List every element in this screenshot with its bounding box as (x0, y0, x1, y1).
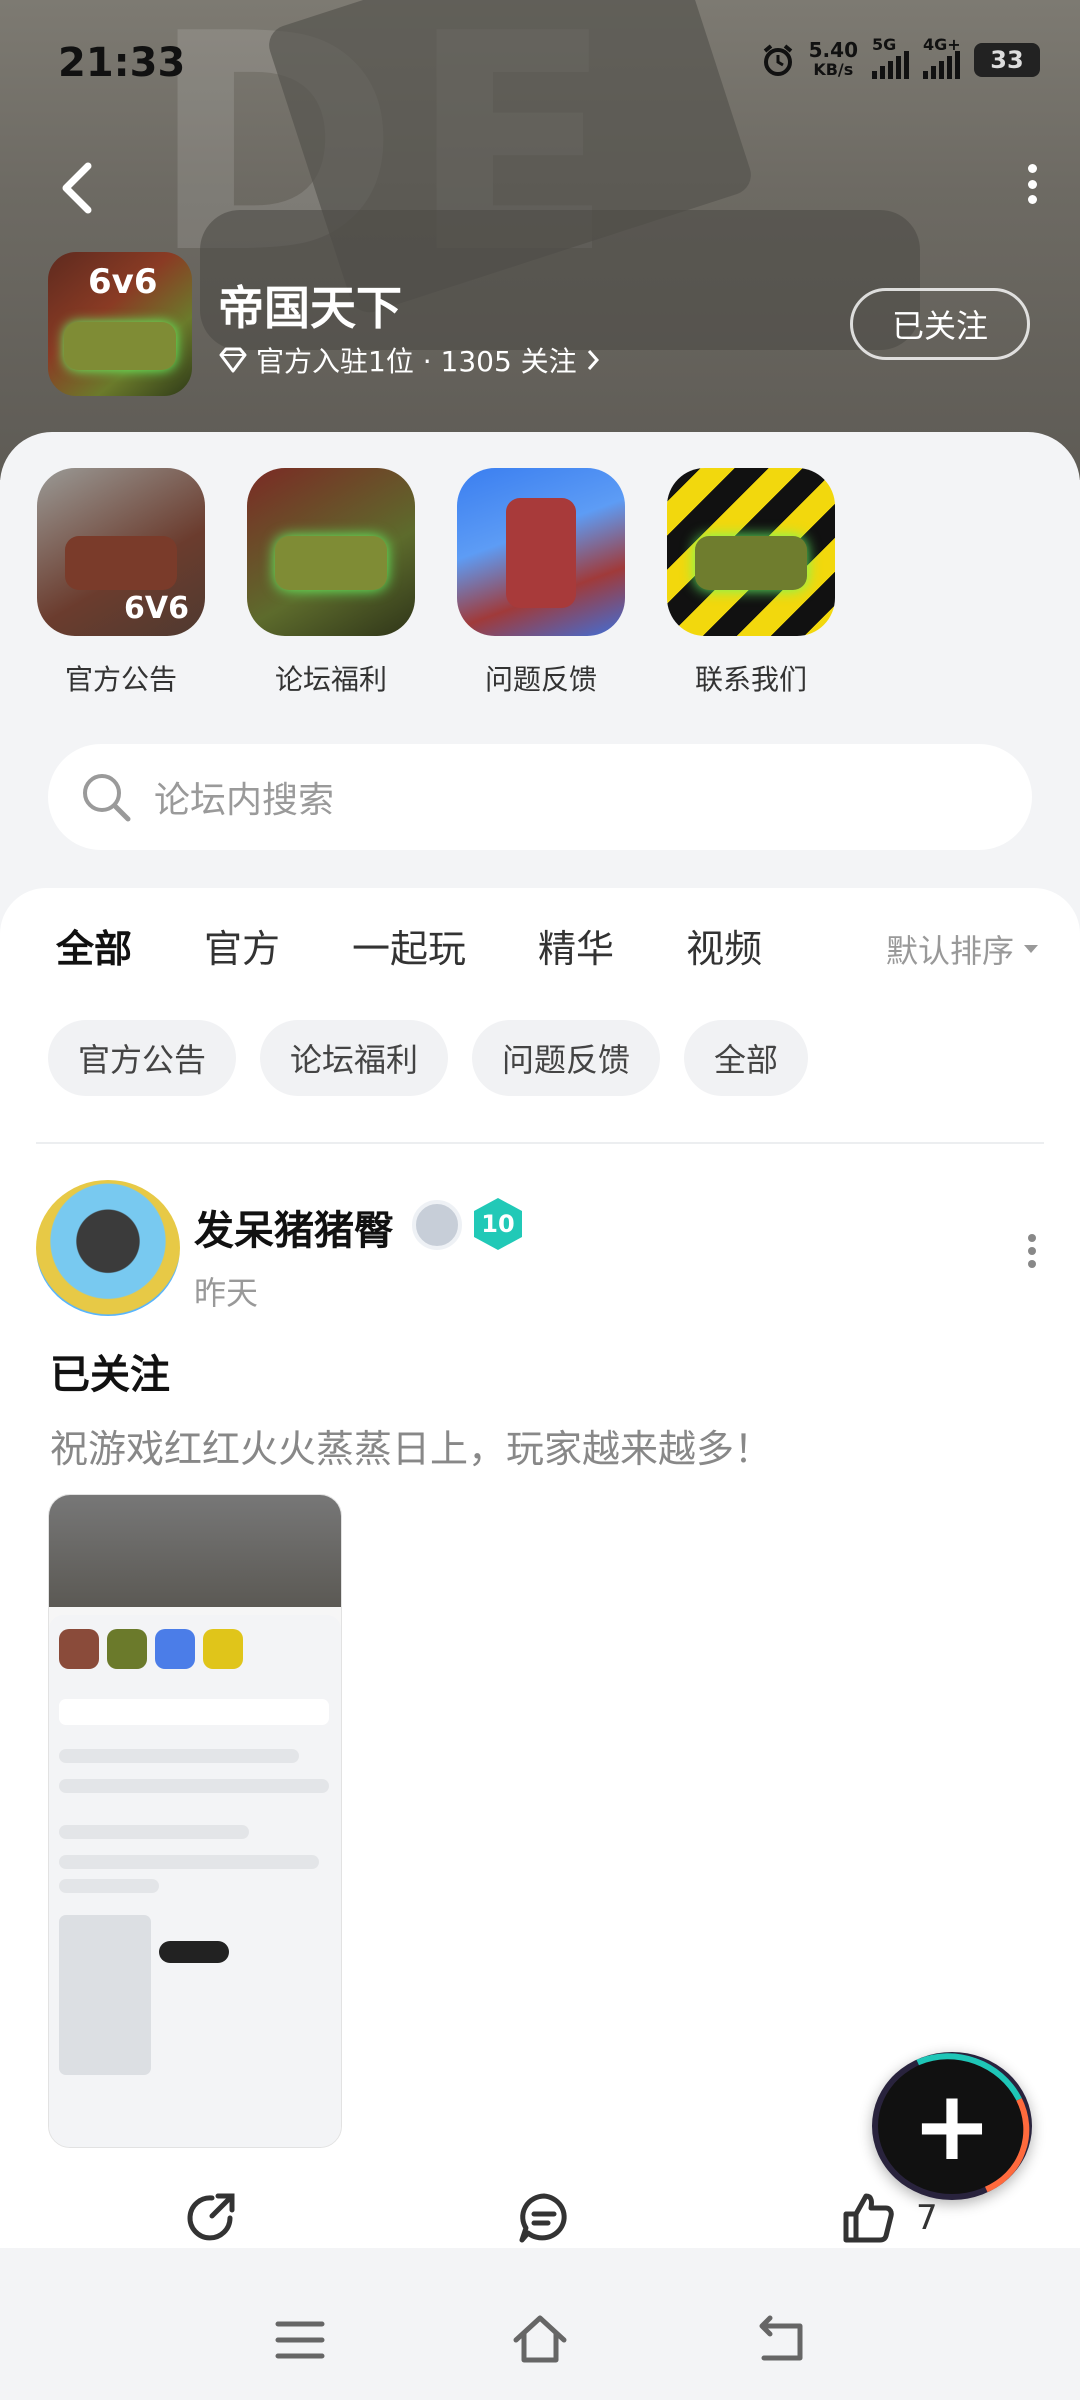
shortcut-welfare[interactable]: 论坛福利 (246, 468, 416, 698)
menu-icon (275, 2321, 325, 2359)
signal-5g: 5G (872, 35, 909, 79)
menu-button[interactable] (270, 2310, 330, 2370)
home-button[interactable] (510, 2310, 570, 2370)
shortcut-image (667, 468, 835, 636)
shortcut-label: 论坛福利 (274, 663, 387, 696)
tab-all[interactable]: 全部 (56, 918, 133, 973)
chevron-left-icon (62, 162, 92, 214)
post-time: 昨天 (194, 1274, 259, 1312)
shortcut-image-tag: 6V6 (124, 591, 189, 626)
signal-bars-icon (923, 51, 960, 79)
shortcut-image (247, 468, 415, 636)
tab-official[interactable]: 官方 (204, 918, 280, 973)
comment-icon (519, 2193, 567, 2243)
toast (159, 1941, 229, 1963)
back-nav-button[interactable] (750, 2310, 810, 2370)
post-more-button[interactable] (1024, 1234, 1040, 1268)
app-subtitle-text: 官方入驻1位 · 1305 关注 (256, 345, 577, 378)
like-count: 7 (916, 2198, 938, 2238)
chip-all[interactable]: 全部 (684, 1020, 809, 1096)
avatar[interactable] (36, 1180, 180, 1316)
net-type-2: 4G+ (923, 35, 961, 54)
back-icon (759, 2315, 803, 2361)
speed-value: 5.40 (808, 38, 858, 62)
tank-graphic (506, 498, 576, 608)
chip-welfare[interactable]: 论坛福利 (260, 1020, 449, 1096)
back-button[interactable] (54, 158, 104, 218)
network-speed: 5.40 KB/s (809, 40, 858, 80)
sort-dropdown[interactable]: 默认排序 (886, 926, 1040, 972)
create-post-button[interactable]: + (872, 2052, 1032, 2200)
shortcut-label: 问题反馈 (484, 663, 597, 696)
search-input[interactable]: 论坛内搜索 (48, 744, 1032, 850)
comment-button[interactable] (514, 2188, 574, 2248)
more-options-button[interactable] (1020, 164, 1044, 204)
shortcut-label: 官方公告 (64, 663, 177, 696)
tab-video[interactable]: 视频 (686, 918, 762, 973)
tab-bar: 全部 官方 一起玩 精华 视频 (56, 918, 762, 973)
app-icon: 6v6 (48, 252, 192, 396)
follow-button[interactable]: 已关注 (850, 288, 1030, 360)
chip-feedback[interactable]: 问题反馈 (472, 1020, 661, 1096)
filter-chips: 官方公告 论坛福利 问题反馈 全部 (48, 1020, 809, 1096)
chip-announcement[interactable]: 官方公告 (48, 1020, 237, 1096)
alarm-icon (763, 44, 792, 76)
app-title: 帝国天下 (218, 281, 402, 335)
search-icon (83, 774, 131, 822)
chevron-right-icon (587, 350, 599, 370)
speed-unit: KB/s (813, 60, 854, 79)
status-time: 21:33 (58, 40, 186, 86)
shortcut-announcement[interactable]: 6V6 官方公告 (36, 468, 206, 698)
shortcut-row: 6V6 官方公告 论坛福利 问题反馈 联系我们 (36, 468, 836, 698)
post-body[interactable]: 祝游戏红红火火蒸蒸日上，玩家越来越多！ (50, 1418, 772, 1473)
post-title[interactable]: 已关注 (50, 1342, 170, 1400)
post-action-bar: 7 (0, 2188, 1080, 2268)
divider (36, 1142, 1044, 1144)
sort-label: 默认排序 (885, 932, 1014, 970)
share-button[interactable] (182, 2188, 242, 2248)
shortcut-label: 联系我们 (694, 663, 807, 696)
post-author[interactable]: 发呆猪猪臀 (194, 1198, 394, 1256)
tank-graphic (695, 536, 807, 590)
app-subtitle[interactable]: 官方入驻1位 · 1305 关注 (218, 340, 601, 380)
tab-featured[interactable]: 精华 (538, 918, 614, 973)
signal-bars-icon (872, 51, 909, 79)
shortcut-image (457, 468, 625, 636)
net-type-1: 5G (872, 35, 897, 54)
tank-graphic (275, 536, 387, 590)
status-bar: 21:33 5.40 KB/s 5G 4G+ 33 (58, 35, 1040, 96)
thumbnail-header (49, 1495, 341, 1607)
tank-graphic (64, 322, 176, 370)
search-placeholder: 论坛内搜索 (154, 780, 335, 821)
shortcut-feedback[interactable]: 问题反馈 (456, 468, 626, 698)
battery-icon: 33 (974, 43, 1040, 77)
thumbs-up-icon (843, 2193, 894, 2243)
share-icon (187, 2193, 235, 2241)
system-navigation-bar (0, 2290, 1080, 2400)
signal-4g: 4G+ (923, 35, 961, 79)
post-screenshot-image[interactable] (48, 1494, 342, 2148)
shortcut-contact[interactable]: 联系我们 (666, 468, 836, 698)
caret-down-icon (1024, 945, 1038, 953)
diamond-icon (219, 347, 247, 373)
app-icon-tag: 6v6 (88, 262, 158, 302)
like-button[interactable]: 7 (838, 2188, 938, 2248)
home-icon (513, 2315, 567, 2363)
tank-graphic (65, 536, 177, 590)
verified-badge-icon (412, 1200, 462, 1250)
shortcut-image: 6V6 (37, 468, 205, 636)
thumbnail-content (49, 1615, 341, 2147)
status-icons: 5.40 KB/s 5G 4G+ 33 (761, 35, 1040, 80)
tab-play-together[interactable]: 一起玩 (352, 918, 466, 973)
